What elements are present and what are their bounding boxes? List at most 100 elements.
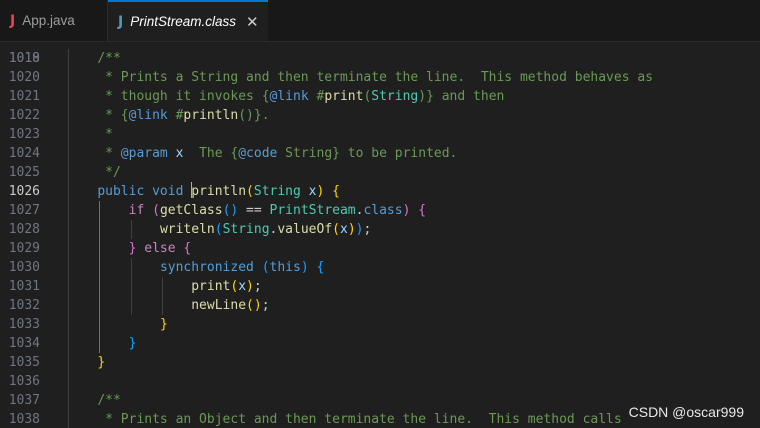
code-token: ) [347,222,356,237]
tab-app-java[interactable]: J App.java [0,0,108,41]
code-line: 1033 } [0,315,760,334]
code-text[interactable]: * @param x The {@code String} to be prin… [66,144,457,163]
code-token: String [253,184,301,199]
code-text[interactable]: } else { [66,239,192,258]
line-number: 1025 [8,165,40,180]
code-line: 1027 if (getClass() == PrintStream.class… [0,201,760,220]
line-number: 1027 [8,203,40,218]
line-number: 1034 [8,336,40,351]
code-token: PrintStream [269,203,356,218]
code-text[interactable]: newLine(); [66,296,269,315]
code-text[interactable]: * though it invokes {@link #print(String… [66,87,504,106]
code-token: ) [246,279,254,294]
code-text[interactable] [66,372,97,391]
code-token: */ [97,165,121,180]
code-line: 1024 * @param x The {@code String} to be… [0,144,760,163]
code-token: { [261,89,270,104]
code-token: * though it invokes [97,89,262,104]
code-token: x [167,146,184,161]
line-number: 1032 [8,298,40,313]
code-text[interactable]: * Prints a String and then terminate the… [66,68,653,87]
code-token: * [97,146,121,161]
code-token: { [316,260,325,275]
code-text[interactable]: /** [66,391,120,410]
code-token: valueOf [277,222,333,237]
code-line: 1032 newLine(); [0,296,760,315]
code-line: 1029 } else { [0,239,760,258]
code-text[interactable]: print(x); [66,277,262,296]
code-token: else [144,241,176,256]
code-text[interactable]: * {@link #println()}. [66,106,269,125]
line-number: 1029 [8,241,40,256]
code-line: 1023 * [0,125,760,144]
line-number: 1021 [8,89,40,104]
code-text[interactable]: */ [66,163,121,182]
code-text[interactable]: } [66,334,137,353]
code-token: * Prints a String and then terminate the… [97,70,654,85]
code-token: () [222,203,239,218]
code-text[interactable]: /** [66,49,120,68]
code-token: ( [152,203,160,218]
code-token: String [222,222,270,237]
code-text[interactable]: } [66,315,168,334]
code-token: public [97,184,145,199]
tab-printstream-class[interactable]: J PrintStream.class ✕ [108,0,268,41]
editor-tab-bar: J App.java J PrintStream.class ✕ [0,0,760,42]
code-token: () [238,108,254,123]
close-icon[interactable]: ✕ [246,13,259,31]
code-token: { [183,241,192,256]
code-token: * [97,127,113,142]
code-line: 1028 writeln(String.valueOf(x)); [0,220,760,239]
code-token: } [97,355,106,370]
code-line: 1021 * though it invokes {@link #print(S… [0,87,760,106]
code-token: { [418,203,427,218]
code-token: this [269,260,301,275]
code-text[interactable]: public void println(String x) { [66,182,340,201]
code-token: println [191,184,247,199]
code-token: x [308,184,317,199]
code-token: { [332,184,340,199]
code-token: println [183,108,239,123]
line-number: 1035 [8,355,40,370]
code-token: x [238,279,247,294]
code-editor[interactable]: 1018 1019 /** 1020 * Prints a String and … [0,42,760,428]
code-text[interactable]: * [66,125,113,144]
code-text[interactable]: writeln(String.valueOf(x)); [66,220,371,239]
code-token: } [426,89,434,104]
code-token: ) [418,89,427,104]
code-line-partial: 1018 [0,42,760,66]
line-number: 1020 [8,70,40,85]
code-text[interactable]: * Prints an Object and then terminate th… [66,410,622,428]
code-line: 1019 /** [0,49,760,68]
code-token: @code [238,146,278,161]
line-number: 1031 [8,279,40,294]
code-line: 1031 print(x); [0,277,760,296]
code-text[interactable]: if (getClass() == PrintStream.class) { [66,201,426,220]
code-token: ; [363,222,372,237]
code-token: * Prints an Object and then terminate th… [97,412,622,427]
code-token: # [167,108,184,123]
code-token: The { [183,146,239,161]
code-token: ; [253,279,262,294]
code-token: @param [120,146,168,161]
code-token: getClass [159,203,223,218]
tab-label: PrintStream.class [130,14,236,29]
code-token: ) [300,260,309,275]
code-token: } [159,317,168,332]
code-token: print [191,279,231,294]
code-token: and then [433,89,505,104]
code-text[interactable]: } [66,353,105,372]
code-token: String} to be printed. [277,146,458,161]
code-line: 1036 [0,372,760,391]
line-number: 1019 [8,51,40,66]
line-number: 1037 [8,393,40,408]
code-line: 1035 } [0,353,760,372]
code-text[interactable]: synchronized (this) { [66,258,324,277]
